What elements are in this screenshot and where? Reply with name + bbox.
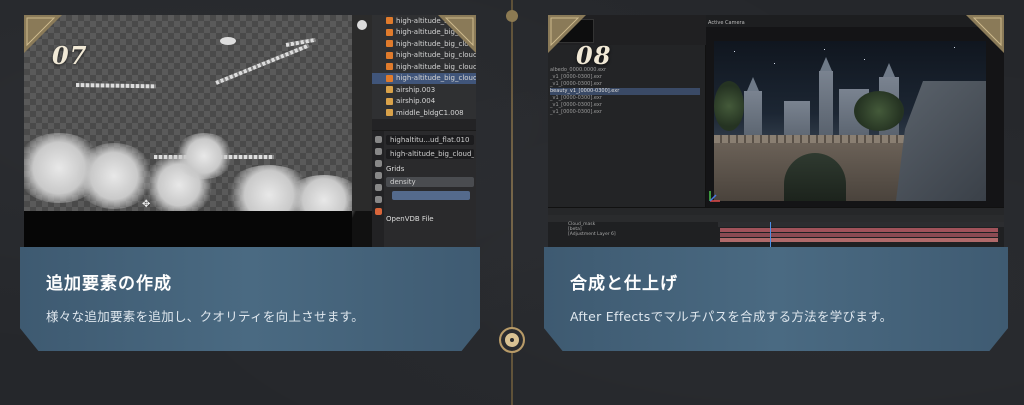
- step-title: 追加要素の作成: [46, 274, 172, 294]
- project-item[interactable]: _v1_[0000-0300].exr: [550, 109, 700, 116]
- star: [824, 49, 825, 50]
- axis-gizmo-icon: [709, 191, 720, 202]
- grids-section-header[interactable]: Grids: [386, 164, 474, 174]
- project-item-list[interactable]: albedo_0000.0000.exr _v1_[0000-0300].exr…: [550, 67, 700, 116]
- data-name-field[interactable]: high-altitude_big_cloud_fla: [386, 149, 474, 159]
- blender-screenshot: ✥ high-altitude_big_cl high-altitude_big…: [24, 15, 476, 247]
- caption-panel: 合成と仕上げ After Effectsでマルチパスを合成する方法を学びます。: [544, 247, 1008, 351]
- star: [864, 59, 865, 60]
- project-item[interactable]: _v1_[0000-0300].exr: [550, 102, 700, 109]
- cursor-icon: ✥: [142, 199, 151, 210]
- object-icon: [386, 40, 393, 48]
- object-tab-icon[interactable]: [374, 184, 382, 191]
- step-title: 合成と仕上げ: [570, 274, 678, 294]
- properties-toolbar[interactable]: [372, 119, 476, 131]
- outliner-item[interactable]: airship.004: [372, 96, 476, 108]
- outliner-item-selected[interactable]: high-altitude_big_cloud: [372, 72, 476, 84]
- camera-icon[interactable]: [357, 20, 367, 30]
- layer-list[interactable]: Cloud_mask [beta] [Adjustment Layer 6]: [548, 222, 718, 247]
- cliff: [896, 81, 986, 201]
- modifier-tab-icon[interactable]: [374, 196, 382, 203]
- step-number: 07: [52, 41, 88, 70]
- project-item-selected[interactable]: beauty_v1_[0000-0300].exr: [550, 88, 700, 95]
- step-card-08: albedo_0000.0000.exr _v1_[0000-0300].exr…: [544, 15, 1008, 351]
- scene-tab-icon[interactable]: [374, 172, 382, 179]
- grid-field[interactable]: density: [386, 177, 474, 187]
- object-icon: [386, 63, 393, 71]
- step-number: 08: [576, 41, 612, 70]
- object-icon: [386, 28, 393, 36]
- render-tab-icon[interactable]: [374, 148, 382, 155]
- cloud: [174, 133, 234, 179]
- properties-panel[interactable]: highaltitu...ud_flat.010 high-altitude_b…: [372, 119, 476, 247]
- viewport-footer: [24, 211, 352, 247]
- step-description: After Effectsでマルチパスを合成する方法を学びます。: [570, 309, 893, 324]
- gold-corner-ornament: [438, 15, 476, 53]
- openvdb-section-header[interactable]: OpenVDB File: [386, 214, 474, 224]
- gold-corner-ornament: [966, 15, 1004, 53]
- object-name-field[interactable]: highaltitu...ud_flat.010: [386, 135, 474, 145]
- tool-tab-icon[interactable]: [374, 136, 382, 143]
- composition-viewer[interactable]: [706, 27, 1004, 207]
- tree: [714, 81, 744, 131]
- bridge-railing: [714, 135, 914, 143]
- layer-bar[interactable]: [720, 233, 998, 237]
- step-card-07: ✥ high-altitude_big_cl high-altitude_big…: [20, 15, 480, 351]
- object-icon: [386, 17, 393, 25]
- data-tab-icon[interactable]: [374, 208, 382, 215]
- bridge-arch: [784, 153, 846, 201]
- stone-bridge: [714, 139, 914, 201]
- timeline-tabs[interactable]: [548, 215, 1004, 222]
- layer-bar[interactable]: [720, 238, 998, 242]
- project-item[interactable]: _v1_[0000-0300].exr: [550, 81, 700, 88]
- star: [774, 63, 775, 64]
- viewport-gizmo-strip[interactable]: [352, 15, 372, 211]
- star: [954, 47, 955, 48]
- star: [734, 51, 735, 52]
- castle-roof: [747, 77, 759, 91]
- layer-row[interactable]: [Adjustment Layer 6]: [548, 232, 718, 237]
- viewer-toolbar[interactable]: [548, 207, 1004, 215]
- grid-add-button[interactable]: [392, 191, 470, 200]
- object-icon: [386, 74, 393, 82]
- composition-tab[interactable]: Active Camera: [708, 20, 745, 26]
- airship-rail: [215, 43, 310, 85]
- output-tab-icon[interactable]: [374, 160, 382, 167]
- tree: [854, 91, 904, 131]
- properties-tabs[interactable]: [372, 131, 384, 247]
- step-description: 様々な追加要素を追加し、クオリティを向上させます。: [46, 309, 365, 324]
- layer-bar[interactable]: [720, 228, 998, 232]
- outliner-item[interactable]: middle_bldgC1.008: [372, 107, 476, 119]
- project-item[interactable]: _v1_[0000-0300].exr: [550, 74, 700, 81]
- outliner-item[interactable]: high-altitude_big_cloud: [372, 61, 476, 73]
- castle-roof: [820, 57, 832, 71]
- outliner-item[interactable]: airship.003: [372, 84, 476, 96]
- object-icon: [386, 51, 393, 59]
- castle-roof: [883, 63, 895, 77]
- divider-top-ornament: [506, 10, 518, 22]
- divider-middle-ornament: [499, 327, 525, 353]
- time-ruler[interactable]: [718, 222, 1004, 227]
- after-effects-screenshot: albedo_0000.0000.exr _v1_[0000-0300].exr…: [548, 15, 1004, 247]
- castle-render: [714, 41, 986, 201]
- caption-panel: 追加要素の作成 様々な追加要素を追加し、クオリティを向上させます。: [20, 247, 480, 351]
- project-item[interactable]: _v1_[0000-0300].exr: [550, 95, 700, 102]
- airship-rail: [75, 83, 157, 89]
- playhead[interactable]: [770, 222, 771, 247]
- airship: [220, 37, 236, 45]
- object-icon: [386, 86, 393, 94]
- object-icon: [386, 97, 393, 105]
- project-item[interactable]: albedo_0000.0000.exr: [550, 67, 700, 74]
- timeline-panel[interactable]: Cloud_mask [beta] [Adjustment Layer 6]: [548, 215, 1004, 247]
- object-icon: [386, 109, 393, 117]
